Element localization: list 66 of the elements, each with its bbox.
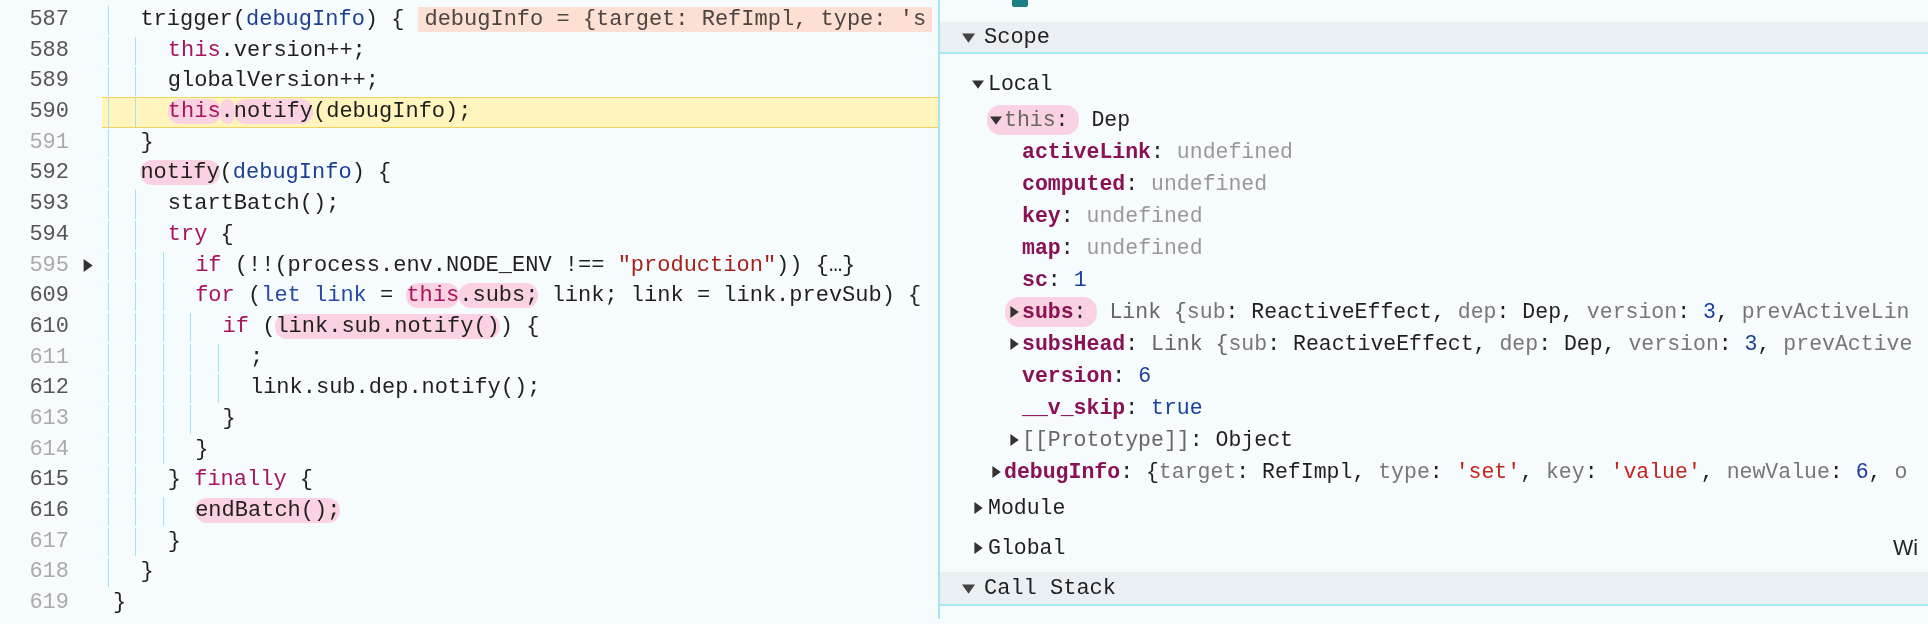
code-line: } [102, 434, 938, 466]
line-number: 591 [28, 128, 70, 157]
line-number: 594 [28, 220, 70, 249]
line-number: 593 [28, 190, 70, 219]
section-header[interactable]: Scope [940, 22, 1928, 54]
code-line: if (!!(process.env.NODE_ENV !== "production")) {…} [102, 250, 938, 282]
code-line: globalVersion++; [102, 66, 938, 98]
code-line: } [102, 403, 938, 435]
tree-entry[interactable]: subsHead: Link {sub: ReactiveEffect, dep: Dep, version: 3, prevActive [1022, 327, 1913, 361]
disclosure-triangle-icon[interactable] [989, 466, 1002, 478]
tree-entry[interactable]: map: undefined [1022, 231, 1203, 265]
line-number: 613 [28, 404, 70, 433]
disclosure-triangle-icon[interactable] [1007, 306, 1020, 318]
line-number: 614 [28, 435, 70, 464]
tree-entry[interactable]: key: undefined [1022, 199, 1203, 233]
line-number: 610 [28, 312, 70, 341]
scope-detail: Wi [1892, 534, 1919, 562]
code-line: } [102, 557, 938, 589]
line-number: 612 [28, 374, 70, 403]
line-number: 595 [28, 251, 70, 280]
checkbox-icon[interactable] [1012, 0, 1028, 7]
code-line: } [112, 589, 128, 618]
line-number: 590 [28, 98, 70, 127]
line-number: 592 [28, 159, 70, 188]
disclosure-triangle-icon[interactable] [989, 114, 1002, 126]
tree-entry[interactable]: debugInfo: {target: RefImpl, type: 'set', key: 'value', newValue: 6, o [1004, 455, 1908, 489]
tree-entry[interactable]: Module [986, 491, 1066, 525]
line-number: 615 [28, 466, 70, 495]
code-line: trigger(debugInfo) { debugInfo = {target: RefImpl, type: 's [102, 5, 938, 36]
tree-entry[interactable]: [[Prototype]]: Object [1022, 423, 1293, 457]
line-number: 618 [28, 558, 70, 587]
tree-entry[interactable]: computed: undefined [1022, 167, 1268, 201]
line-number: 587 [28, 6, 70, 34]
code-line: this.version++; [102, 35, 938, 67]
code-line: try { [102, 219, 938, 251]
inline-value: debugInfo = {target: RefImpl, type: 's [418, 7, 933, 32]
code-line: } [102, 127, 938, 159]
tree-entry[interactable]: Global [986, 531, 1066, 565]
disclosure-triangle-icon[interactable] [971, 78, 984, 90]
code-line: for (let link = this.subs; link; link = link.prevSub) { [102, 281, 938, 312]
code-line: ; [102, 342, 938, 374]
tree-entry[interactable]: version: 6 [1022, 359, 1152, 393]
tree-entry[interactable]: subs: Link {sub: ReactiveEffect, dep: Dep, version: 3, prevActiveLin [1022, 295, 1910, 329]
code-line: if (link.sub.notify()) { [102, 311, 938, 343]
section-header[interactable]: Call Stack [940, 572, 1928, 606]
code-line: link.sub.dep.notify(); [102, 373, 938, 404]
disclosure-triangle-icon[interactable] [1007, 434, 1020, 446]
code-line: } finally { [102, 465, 938, 496]
tree-entry[interactable]: __v_skip: true [1022, 391, 1203, 425]
code-line: startBatch(); [102, 189, 938, 220]
line-number: 589 [28, 67, 70, 96]
line-number: 609 [28, 282, 70, 311]
code-line: } [102, 526, 938, 558]
tree-entry[interactable]: sc: 1 [1022, 263, 1087, 297]
line-number: 619 [28, 589, 70, 618]
tree-entry[interactable]: activeLink: undefined [1022, 135, 1293, 169]
disclosure-triangle-icon[interactable] [971, 502, 984, 514]
line-number: 616 [28, 497, 70, 525]
line-number: 617 [28, 527, 70, 556]
line-number: 588 [28, 36, 70, 65]
disclosure-triangle-icon[interactable] [1007, 338, 1020, 350]
disclosure-triangle-icon[interactable] [971, 542, 984, 554]
tree-entry[interactable]: Local [986, 67, 1053, 101]
line-number: 611 [28, 343, 70, 372]
code-line: notify(debugInfo) { [102, 158, 938, 190]
code-line: endBatch(); [102, 496, 938, 527]
